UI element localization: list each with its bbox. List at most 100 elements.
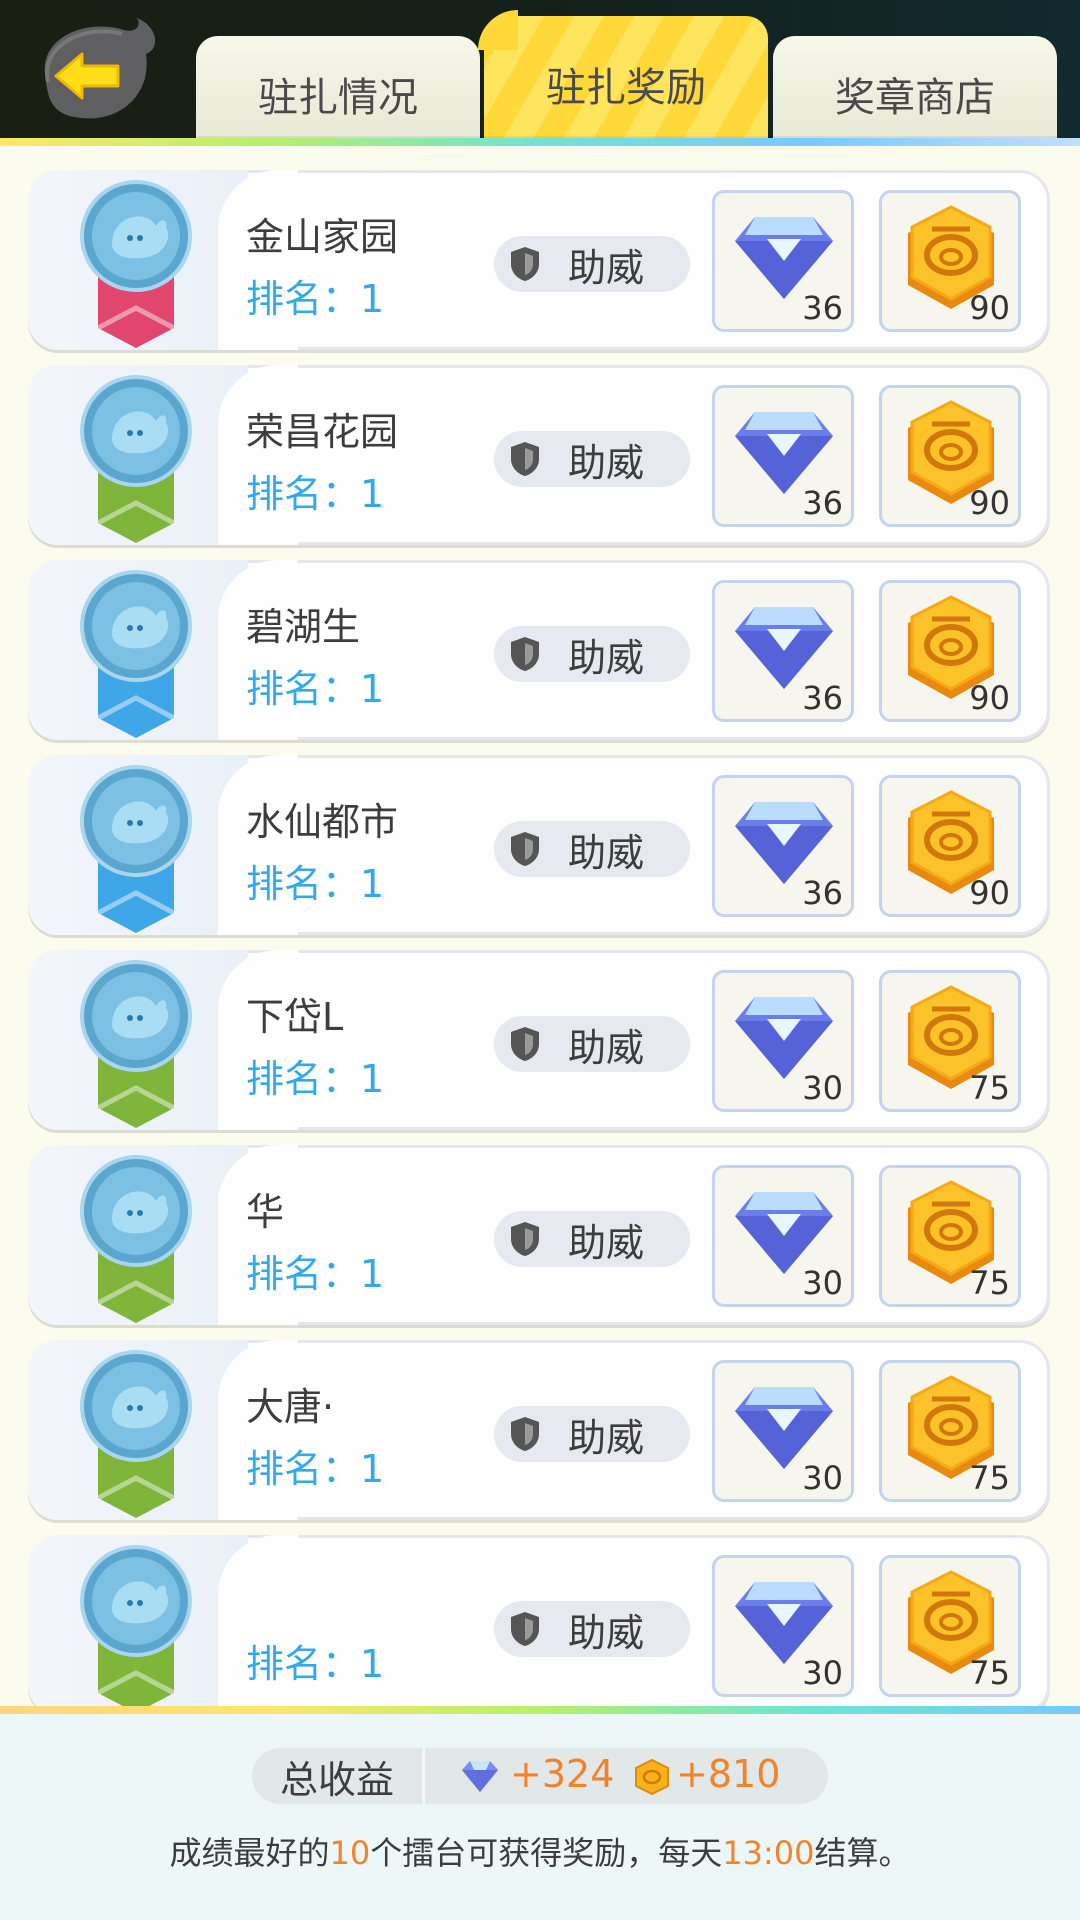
coin-reward-slot[interactable]: 90 xyxy=(879,385,1021,527)
coin-icon xyxy=(635,1758,669,1796)
station-name: 金山家园 xyxy=(246,215,399,256)
shield-icon xyxy=(511,1417,539,1451)
gem-reward-slot[interactable]: 30 xyxy=(712,1165,854,1307)
coin-reward-slot[interactable]: 90 xyxy=(879,580,1021,722)
station-rank: 排名：1 xyxy=(246,1633,384,1688)
reward-row: 下岱L 排名：1 助威 30 75 xyxy=(28,950,1050,1130)
tab-station-rewards[interactable]: 驻扎奖励 xyxy=(478,10,768,140)
station-rank: 排名：1 xyxy=(246,658,384,713)
footer: 总收益 +324 +810 成绩最好的10个擂台可获得奖励，每天13:00结算。 xyxy=(0,1714,1080,1920)
support-button-label: 助威 xyxy=(568,1220,645,1265)
reward-row: 排名：1 助威 30 75 xyxy=(28,1535,1050,1708)
footer-divider xyxy=(0,1706,1080,1714)
station-rank: 排名：1 xyxy=(246,1438,384,1493)
back-button[interactable] xyxy=(26,18,166,128)
rank-prefix: 排名： xyxy=(246,667,361,711)
back-arrow-icon xyxy=(44,18,156,119)
rank-value: 1 xyxy=(360,1447,385,1491)
station-name: 华 xyxy=(246,1190,285,1231)
note-text-1: 成绩最好的 xyxy=(169,1834,330,1872)
gem-reward-slot[interactable]: 36 xyxy=(712,580,854,722)
reward-row: 荣昌花园 排名：1 助威 36 90 xyxy=(28,365,1050,545)
medal-icon xyxy=(80,1350,192,1518)
row-panel-curve xyxy=(218,170,298,350)
medal-icon xyxy=(80,570,192,738)
gem-reward-qty: 30 xyxy=(802,1069,843,1107)
reward-rule-note: 成绩最好的10个擂台可获得奖励，每天13:00结算。 xyxy=(0,1828,1080,1874)
rank-value: 1 xyxy=(360,1252,385,1296)
station-name: 大唐· xyxy=(246,1385,335,1426)
gem-reward-slot[interactable]: 30 xyxy=(712,970,854,1112)
rank-value: 1 xyxy=(360,862,385,906)
gem-reward-slot[interactable]: 36 xyxy=(712,190,854,332)
shield-icon xyxy=(511,1612,539,1646)
support-button-label: 助威 xyxy=(568,1610,645,1655)
coin-reward-qty: 90 xyxy=(969,679,1010,717)
note-count: 10 xyxy=(329,1834,371,1872)
support-button-label: 助威 xyxy=(568,635,645,680)
rank-prefix: 排名： xyxy=(246,862,361,906)
reward-row: 水仙都市 排名：1 助威 36 90 xyxy=(28,755,1050,935)
coin-reward-qty: 90 xyxy=(969,484,1010,522)
gem-reward-qty: 30 xyxy=(802,1264,843,1302)
total-income-pill: 总收益 +324 +810 xyxy=(252,1748,828,1804)
tab-medal-shop[interactable]: 奖章商店 xyxy=(773,36,1057,140)
coin-reward-qty: 90 xyxy=(969,289,1010,327)
coin-reward-qty: 75 xyxy=(969,1264,1010,1302)
shield-icon xyxy=(511,637,539,671)
gem-reward-slot[interactable]: 30 xyxy=(712,1555,854,1697)
row-panel-curve xyxy=(218,950,298,1130)
tab-station-status-label: 驻扎情况 xyxy=(258,75,418,121)
station-name: 荣昌花园 xyxy=(246,410,399,451)
reward-row: 大唐· 排名：1 助威 30 75 xyxy=(28,1340,1050,1520)
note-text-3: 结算。 xyxy=(814,1834,911,1872)
coin-reward-slot[interactable]: 75 xyxy=(879,970,1021,1112)
tab-station-status[interactable]: 驻扎情况 xyxy=(196,36,480,140)
support-button[interactable]: 助威 xyxy=(494,821,690,877)
gem-reward-slot[interactable]: 36 xyxy=(712,385,854,527)
gem-reward-slot[interactable]: 36 xyxy=(712,775,854,917)
rank-value: 1 xyxy=(360,472,385,516)
medal-icon xyxy=(80,1545,192,1708)
reward-row: 碧湖生 排名：1 助威 36 90 xyxy=(28,560,1050,740)
shield-icon xyxy=(511,1222,539,1256)
shield-icon xyxy=(511,832,539,866)
gem-reward-qty: 36 xyxy=(802,874,843,912)
row-panel-curve xyxy=(218,560,298,740)
support-button[interactable]: 助威 xyxy=(494,626,690,682)
coin-reward-qty: 75 xyxy=(969,1654,1010,1692)
row-panel-curve xyxy=(218,1340,298,1520)
row-panel-curve xyxy=(218,365,298,545)
coin-reward-slot[interactable]: 90 xyxy=(879,775,1021,917)
support-button-label: 助威 xyxy=(568,1025,645,1070)
support-button[interactable]: 助威 xyxy=(494,236,690,292)
shield-icon xyxy=(511,442,539,476)
support-button-label: 助威 xyxy=(568,245,645,290)
coin-reward-slot[interactable]: 75 xyxy=(879,1360,1021,1502)
coin-reward-slot[interactable]: 75 xyxy=(879,1555,1021,1697)
station-rank: 排名：1 xyxy=(246,1243,384,1298)
shield-icon xyxy=(511,1027,539,1061)
total-coins-value: +810 xyxy=(676,1752,781,1796)
reward-list[interactable]: 金山家园 排名：1 助威 36 90 荣昌花园 排名：1 助威 36 90 碧湖… xyxy=(0,146,1080,1708)
coin-reward-slot[interactable]: 90 xyxy=(879,190,1021,332)
support-button[interactable]: 助威 xyxy=(494,1211,690,1267)
gem-reward-qty: 36 xyxy=(802,679,843,717)
gem-reward-qty: 36 xyxy=(802,484,843,522)
station-rank: 排名：1 xyxy=(246,463,384,518)
gem-reward-slot[interactable]: 30 xyxy=(712,1360,854,1502)
station-name xyxy=(246,1571,488,1621)
support-button[interactable]: 助威 xyxy=(494,431,690,487)
coin-reward-qty: 90 xyxy=(969,874,1010,912)
coin-reward-slot[interactable]: 75 xyxy=(879,1165,1021,1307)
gem-reward-qty: 30 xyxy=(802,1459,843,1497)
medal-icon xyxy=(80,765,192,933)
rank-prefix: 排名： xyxy=(246,1447,361,1491)
gem-reward-qty: 36 xyxy=(802,289,843,327)
rank-value: 1 xyxy=(360,1057,385,1101)
support-button[interactable]: 助威 xyxy=(494,1016,690,1072)
note-text-2: 个擂台可获得奖励，每天 xyxy=(370,1834,723,1872)
support-button[interactable]: 助威 xyxy=(494,1601,690,1657)
support-button[interactable]: 助威 xyxy=(494,1406,690,1462)
shield-icon xyxy=(511,247,539,281)
